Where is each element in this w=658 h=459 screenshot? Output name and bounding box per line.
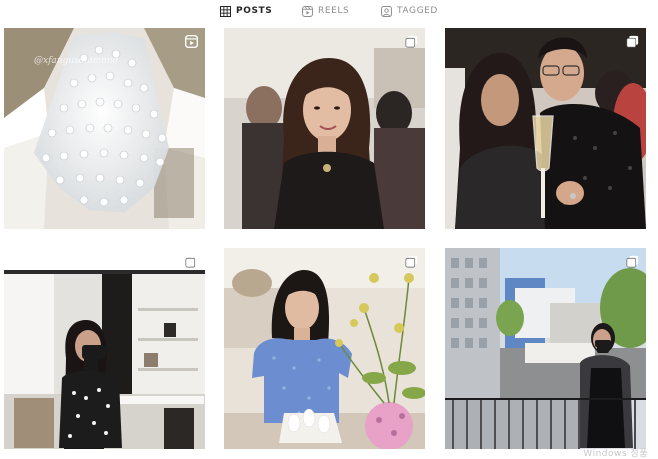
carousel-icon <box>405 255 418 268</box>
post-image-balcony-city <box>445 248 646 449</box>
reels-icon <box>302 5 313 17</box>
profile-tab-bar: POSTS REELS TAGGED <box>0 0 658 22</box>
carousel-icon <box>626 255 639 268</box>
post-tile-3[interactable] <box>445 28 646 229</box>
tab-tagged[interactable]: TAGGED <box>381 4 438 18</box>
carousel-icon <box>626 35 639 48</box>
tagged-icon <box>381 5 392 17</box>
post-tile-2[interactable] <box>224 28 425 229</box>
carousel-icon <box>185 255 198 268</box>
reels-icon <box>185 35 198 48</box>
tab-posts[interactable]: POSTS <box>220 4 272 18</box>
post-tile-1[interactable]: @xfangusdiamond <box>4 28 205 229</box>
system-watermark: Windows 정품 <box>583 449 648 459</box>
tab-posts-label: POSTS <box>236 6 273 16</box>
carousel-icon <box>405 35 418 48</box>
grid-icon <box>220 5 231 17</box>
post-tile-4[interactable] <box>4 248 205 449</box>
photo-watermark: @xfangusdiamond <box>34 56 119 66</box>
post-image-boutique-selfie <box>4 248 205 449</box>
tab-tagged-label: TAGGED <box>397 6 438 16</box>
post-image-couple-champagne <box>445 28 646 229</box>
post-image-woman-at-event <box>224 28 425 229</box>
post-tile-5[interactable] <box>224 248 425 449</box>
post-image-blue-dress-flowers <box>224 248 425 449</box>
tab-reels[interactable]: REELS <box>302 4 349 18</box>
post-tile-6[interactable] <box>445 248 646 449</box>
tab-reels-label: REELS <box>318 6 350 16</box>
